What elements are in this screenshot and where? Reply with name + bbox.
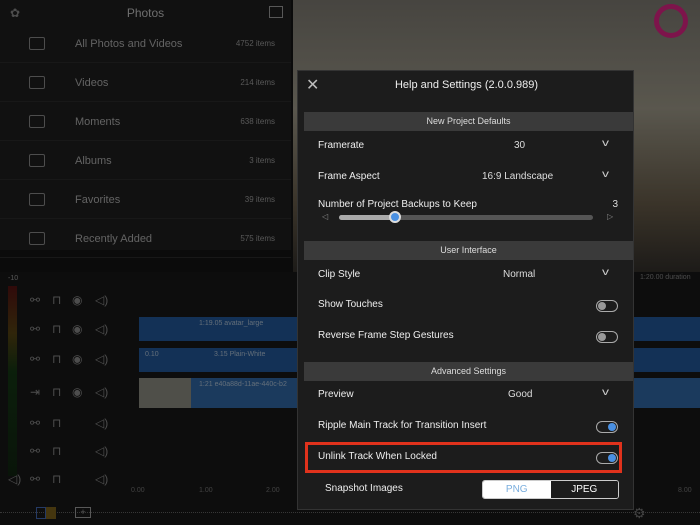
section-header: Advanced Settings [304, 362, 633, 381]
segment-jpeg[interactable]: JPEG [550, 481, 618, 498]
dialog-title: Help and Settings (2.0.0.989) [394, 79, 539, 91]
clip-style-select[interactable]: Clip Style Normal v [318, 267, 618, 289]
backups-slider[interactable] [339, 211, 593, 223]
ripple-row: Ripple Main Track for Transition Insert [318, 420, 618, 440]
chevron-down-icon: v [602, 138, 609, 149]
show-touches-row: Show Touches [318, 299, 618, 319]
slider-fill [339, 215, 396, 220]
chevron-down-icon: v [602, 267, 609, 278]
framerate-select[interactable]: Framerate 30 v [318, 138, 618, 160]
chevron-down-icon: v [602, 387, 609, 398]
snapshot-format-segmented[interactable]: PNG JPEG [482, 480, 619, 499]
reverse-gestures-row: Reverse Frame Step Gestures [318, 330, 618, 350]
highlight-box [305, 442, 622, 473]
section-header: New Project Defaults [304, 112, 633, 131]
ripple-toggle[interactable] [596, 421, 618, 433]
show-touches-toggle[interactable] [596, 300, 618, 312]
segment-png[interactable]: PNG [483, 481, 551, 498]
reverse-gestures-toggle[interactable] [596, 331, 618, 343]
decrement-icon[interactable]: ◁ [322, 212, 328, 221]
preview-select[interactable]: Preview Good v [318, 387, 618, 409]
increment-icon[interactable]: ▷ [607, 212, 613, 221]
section-header: User Interface [304, 241, 633, 260]
chevron-down-icon: v [602, 169, 609, 180]
slider-thumb[interactable] [389, 211, 402, 223]
frame-aspect-select[interactable]: Frame Aspect 16:9 Landscape v [318, 169, 618, 191]
